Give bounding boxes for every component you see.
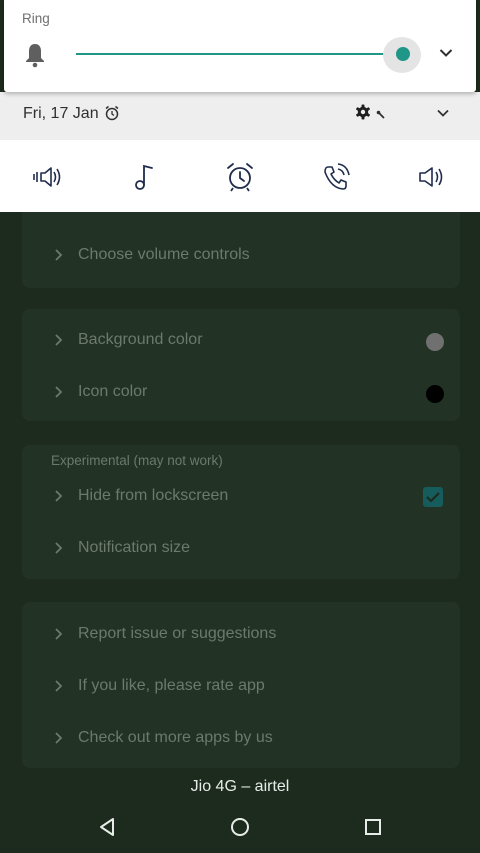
about-card: Report issue or suggestions If you like,… (22, 602, 460, 768)
background-color-row[interactable]: Background color (22, 320, 460, 360)
row-label: Choose volume controls (78, 246, 250, 263)
music-note-icon[interactable] (128, 160, 162, 194)
chevron-down-icon[interactable] (436, 106, 450, 120)
chevron-right-icon (52, 541, 66, 555)
home-icon[interactable] (226, 813, 254, 841)
row-label: If you like, please rate app (78, 677, 265, 694)
row-label: Check out more apps by us (78, 729, 273, 746)
recents-icon[interactable] (359, 813, 387, 841)
date-label: Fri, 17 Jan (23, 105, 99, 122)
back-icon[interactable] (93, 813, 121, 841)
hide-from-lockscreen-checkbox[interactable] (423, 487, 443, 507)
volume-slider-thumb[interactable] (396, 47, 410, 61)
stream-label: Ring (22, 11, 50, 26)
chevron-right-icon (52, 627, 66, 641)
row-label: Report issue or suggestions (78, 625, 277, 642)
volume-panel: Ring (4, 0, 476, 92)
icon-color-row[interactable]: Icon color (22, 372, 460, 412)
more-apps-row[interactable]: Check out more apps by us (22, 718, 460, 758)
speaker-vibrate-icon[interactable] (31, 160, 65, 194)
rate-app-row[interactable]: If you like, please rate app (22, 666, 460, 706)
row-label: Icon color (78, 383, 148, 400)
row-label: Hide from lockscreen (78, 487, 229, 504)
chevron-right-icon (52, 731, 66, 745)
chevron-right-icon (52, 385, 66, 399)
chevron-right-icon (52, 679, 66, 693)
chevron-right-icon (52, 489, 66, 503)
volume-controls-card: Choose volume controls (22, 200, 460, 288)
alarm-clock-icon[interactable] (223, 160, 257, 194)
chevron-right-icon (52, 248, 66, 262)
bell-icon[interactable] (24, 42, 46, 68)
carrier-label: Jio 4G – airtel (190, 778, 290, 795)
choose-volume-controls-row[interactable]: Choose volume controls (22, 235, 460, 275)
row-label: Background color (78, 331, 203, 348)
icon-color-swatch[interactable] (426, 385, 444, 403)
volume-slider-track[interactable] (76, 53, 404, 55)
alarm-icon[interactable] (104, 105, 120, 121)
chevron-right-icon (52, 333, 66, 347)
chevron-down-icon[interactable] (438, 45, 454, 61)
wrench-icon (376, 107, 386, 119)
quick-settings-status-row: Fri, 17 Jan (0, 92, 480, 140)
hide-from-lockscreen-row[interactable]: Hide from lockscreen (22, 476, 460, 516)
report-issue-row[interactable]: Report issue or suggestions (22, 614, 460, 654)
row-label: Notification size (78, 539, 191, 556)
volume-speaker-icon[interactable] (414, 160, 448, 194)
gear-icon[interactable] (355, 104, 371, 120)
appearance-card: Background color Icon color (22, 309, 460, 421)
background-color-swatch[interactable] (426, 333, 444, 351)
experimental-card: Experimental (may not work) Hide from lo… (22, 445, 460, 579)
stream-selector-bar (0, 140, 480, 212)
phone-ringing-icon[interactable] (319, 160, 353, 194)
navigation-bar (0, 803, 480, 849)
notification-size-row[interactable]: Notification size (22, 528, 460, 568)
section-caption: Experimental (may not work) (51, 453, 223, 468)
